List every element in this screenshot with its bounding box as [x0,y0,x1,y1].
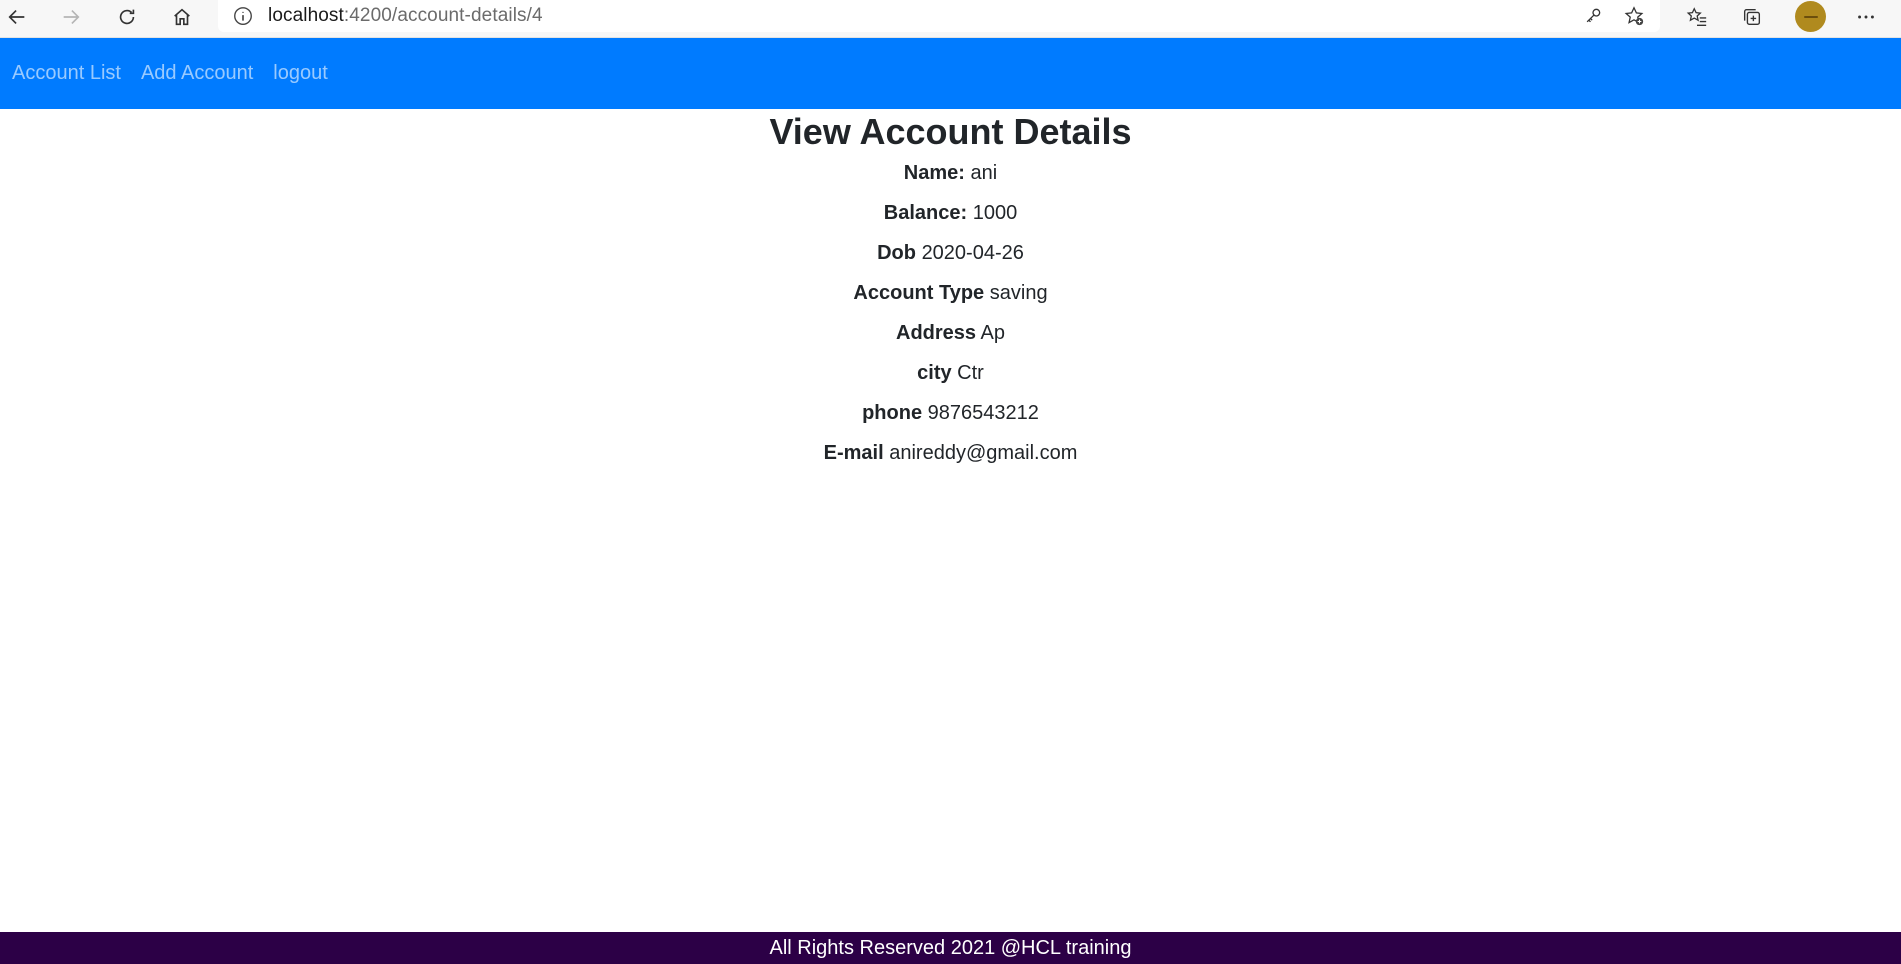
url-host: localhost [268,5,344,26]
detail-account-type: Account Type saving [0,281,1901,305]
address-bar[interactable]: localhost:4200/account-details/4 [218,0,1660,32]
nav-link-logout[interactable]: logout [273,62,328,85]
key-icon[interactable] [1580,3,1606,29]
detail-label: E-mail [823,442,884,464]
nav-link-add-account[interactable]: Add Account [141,62,253,85]
detail-balance: Balance: 1000 [0,201,1901,225]
page-title: View Account Details [769,111,1132,152]
detail-address: Address Ap [0,321,1901,345]
detail-email: E-mail anireddy@gmail.com [0,441,1901,465]
app-navbar: Account List Add Account logout [0,38,1901,109]
detail-name: Name: ani [0,161,1901,185]
footer-text: All Rights Reserved 2021 @HCL training [769,936,1132,959]
refresh-icon[interactable] [112,2,142,32]
more-options-icon[interactable] [1851,2,1881,32]
browser-toolbar: localhost:4200/account-details/4 [0,0,1901,38]
page-footer: All Rights Reserved 2021 @HCL training [0,932,1901,964]
detail-dob: Dob 2020-04-26 [0,241,1901,265]
details-list: Name: ani Balance: 1000 Dob 2020-04-26 A… [0,161,1901,465]
detail-value: ani [970,162,998,184]
detail-value: Ctr [957,362,984,384]
detail-label: Name: [903,162,965,184]
detail-label: phone [862,402,923,424]
add-favorite-star-icon[interactable] [1621,3,1647,29]
forward-arrow-icon[interactable] [56,2,86,32]
detail-value: Ap [980,322,1005,344]
detail-label: Dob [877,242,916,264]
detail-value: saving [989,282,1048,304]
detail-value: 9876543212 [927,402,1039,424]
collections-icon[interactable] [1737,2,1767,32]
info-icon[interactable] [232,5,254,27]
detail-label: Balance: [883,202,968,224]
url-text[interactable]: localhost:4200/account-details/4 [268,5,543,27]
nav-link-account-list[interactable]: Account List [12,62,121,85]
detail-label: Account Type [853,282,985,304]
detail-phone: phone 9876543212 [0,401,1901,425]
detail-city: city Ctr [0,361,1901,385]
account-details-panel: View Account Details Name: ani Balance: … [0,109,1901,465]
favorites-icon[interactable] [1682,2,1712,32]
detail-value: 2020-04-26 [921,242,1024,264]
detail-label: Address [896,322,977,344]
detail-value: 1000 [972,202,1018,224]
detail-value: anireddy@gmail.com [889,442,1078,464]
home-icon[interactable] [167,2,197,32]
profile-avatar[interactable] [1795,1,1826,32]
back-arrow-icon[interactable] [2,2,32,32]
detail-label: city [917,362,952,384]
url-path: :4200/account-details/4 [343,5,543,26]
